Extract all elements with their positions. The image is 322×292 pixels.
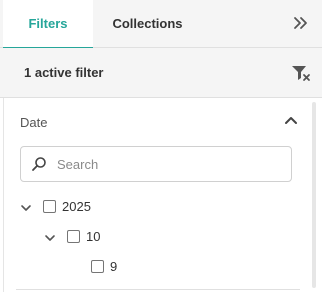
tab-collections[interactable]: Collections [100, 0, 195, 48]
tree-item-2025: 2025 [20, 198, 220, 218]
facet-collapse-button[interactable] [282, 112, 300, 130]
divider [16, 289, 300, 290]
chevron-down-icon[interactable] [44, 232, 56, 244]
tree-label-2025: 2025 [62, 199, 91, 214]
tree-label-9: 9 [110, 259, 118, 274]
checkbox-9[interactable] [91, 260, 104, 273]
active-filter-count: 1 active filter [24, 65, 104, 80]
collapse-panel-button[interactable] [290, 12, 312, 34]
active-filters-bar: 1 active filter [0, 48, 322, 98]
chevron-down-icon[interactable] [20, 202, 32, 214]
tab-filters-label: Filters [28, 16, 68, 31]
tab-filters[interactable]: Filters [3, 0, 93, 49]
date-facet-panel: Date 2025 10 9 [3, 98, 316, 292]
facet-search-field [20, 146, 292, 182]
chevron-up-icon [285, 117, 297, 124]
double-chevron-right-icon [294, 17, 307, 29]
tree-item-10: 10 [44, 228, 224, 248]
checkbox-10[interactable] [67, 230, 80, 243]
search-input[interactable] [57, 147, 285, 181]
facet-title: Date [20, 115, 48, 130]
checkbox-2025[interactable] [43, 200, 56, 213]
tree-label-10: 10 [86, 229, 101, 244]
tree-item-9: 9 [91, 258, 211, 278]
scrollbar[interactable] [312, 102, 316, 288]
clear-filters-button[interactable] [290, 62, 312, 84]
filter-clear-icon [292, 66, 310, 81]
tab-collections-label: Collections [112, 16, 183, 31]
search-icon [32, 157, 46, 171]
sidebar-tabs: Filters Collections [0, 0, 322, 49]
